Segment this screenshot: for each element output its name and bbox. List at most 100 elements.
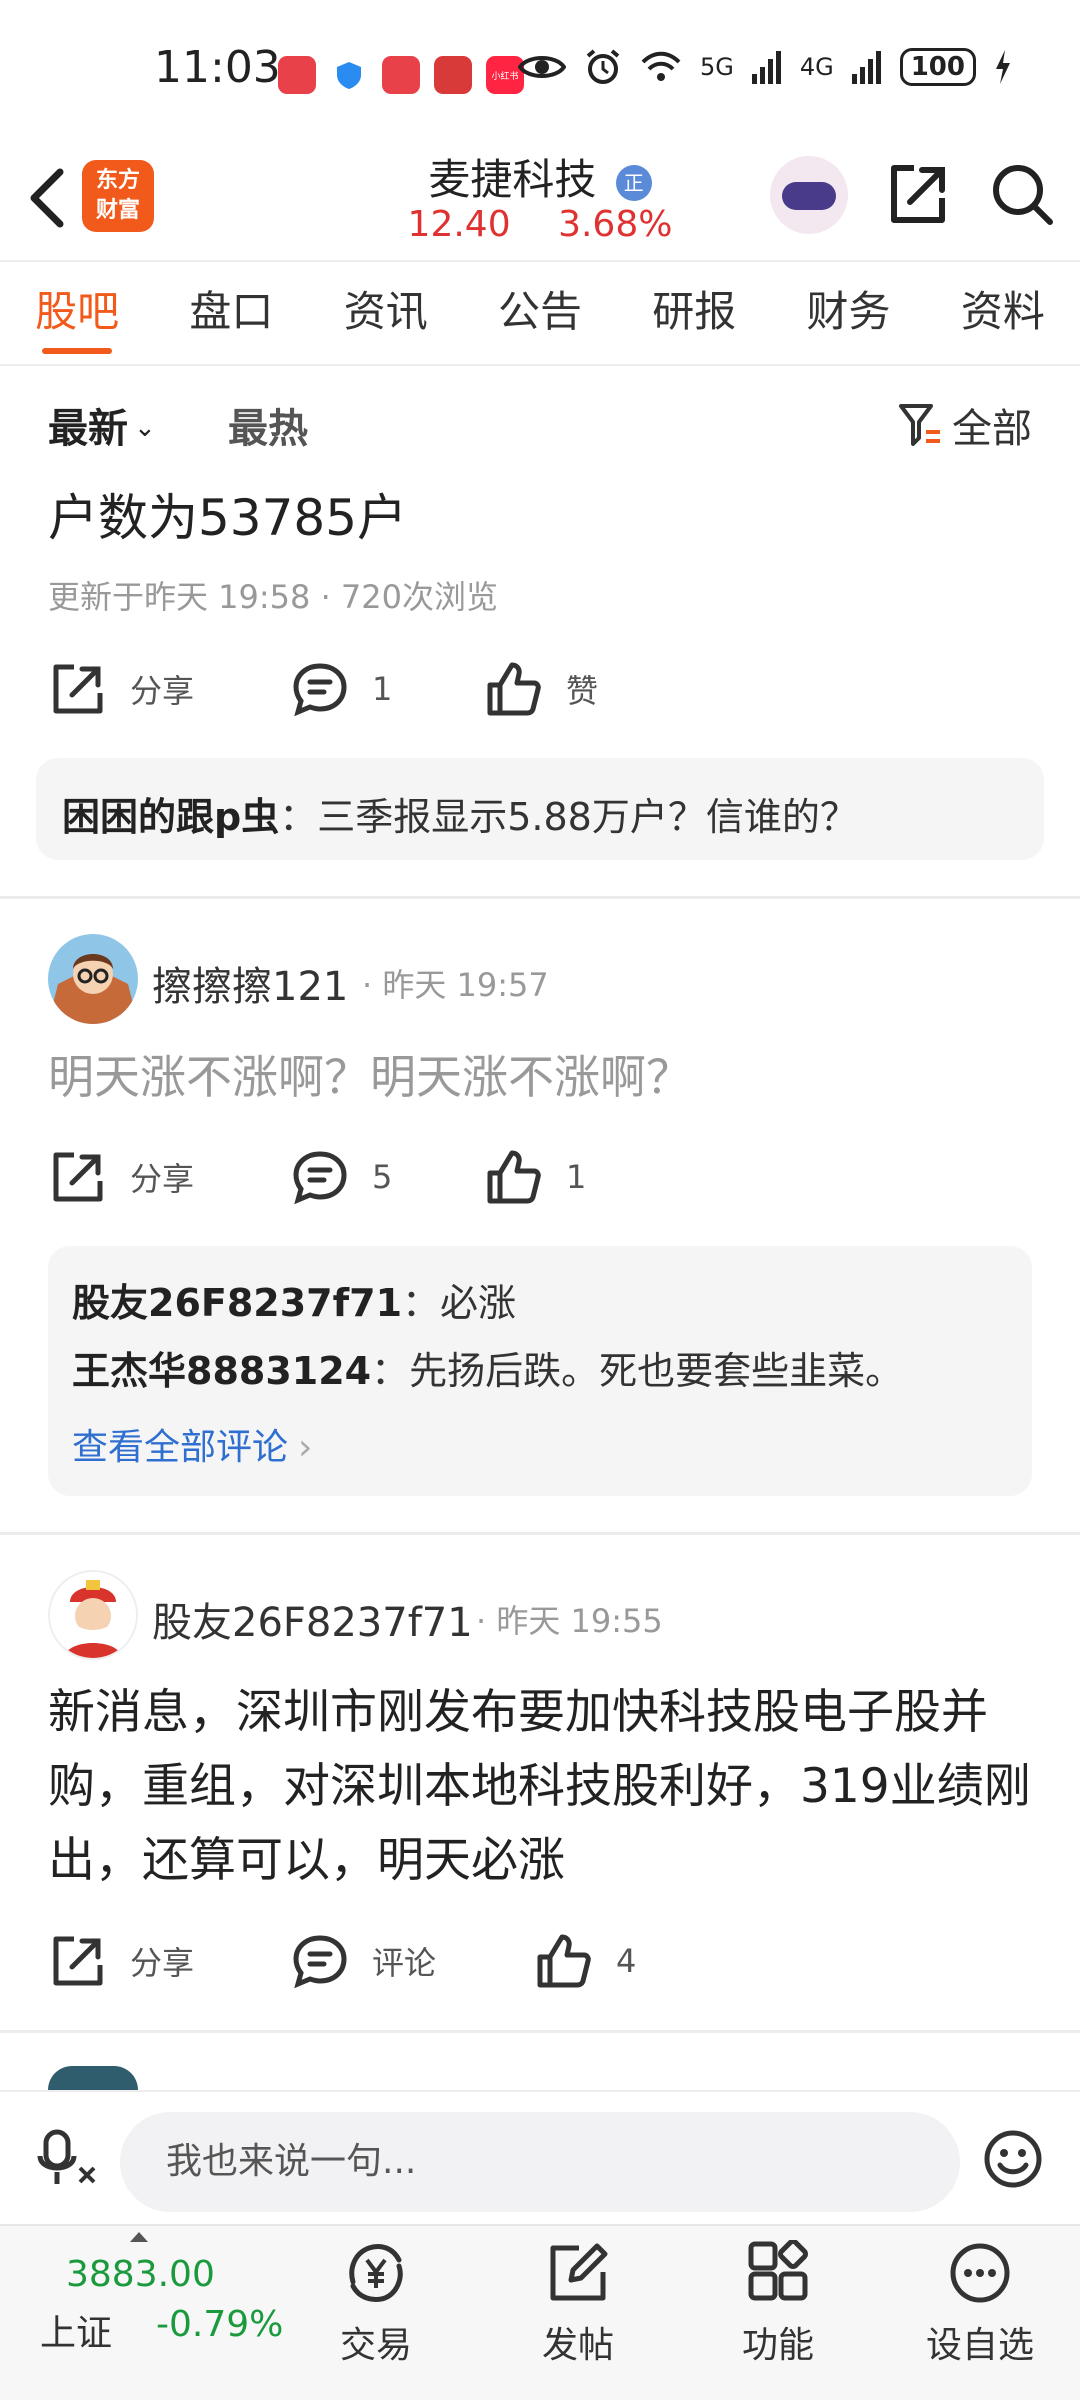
comment-user[interactable]: 股友26F8237f71 [72,1281,402,1325]
like-action[interactable]: 赞 [486,654,598,724]
status-indicators: 5G 4G 100 [517,48,1012,86]
nav-post[interactable]: 发帖 [498,2240,658,2368]
comment-user[interactable]: 困困的跟p虫 [62,795,279,839]
comment-action[interactable]: 1 [292,654,392,724]
bottom-nav: 3883.00 上证 -0.79% 交易 发帖 功能 设自选 [0,2224,1080,2400]
eye-icon [517,56,566,78]
comment-icon [293,663,347,717]
tab-guba[interactable]: 股吧 [0,262,154,364]
share-icon [891,165,945,223]
comment-user[interactable]: 王杰华8883124 [72,1349,371,1393]
post-actions: 分享 1 赞 [0,654,1080,724]
search-icon [993,165,1053,225]
huawei-app-icon [382,56,420,94]
nav-add-watchlist[interactable]: 设自选 [900,2240,1060,2368]
share-action[interactable]: 分享 [50,1926,194,1996]
caret-up-icon [130,2232,148,2242]
comments-preview-box[interactable]: 股友26F8237f71：必涨 王杰华8883124：先扬后跌。死也要套些韭菜。… [48,1246,1032,1496]
top-comment-box[interactable]: 困困的跟p虫：三季报显示5.88万户？信谁的？ [36,758,1044,860]
avatar[interactable] [48,934,138,1024]
stock-price: 12.40 [407,204,511,245]
tab-pankou[interactable]: 盘口 [154,262,308,364]
post-time: · 昨天 19:57 [362,966,549,1004]
stock-name: 麦捷科技 [428,155,597,204]
post-actions: 分享 评论 4 [0,1926,1080,1996]
emoji-icon [984,2130,1042,2188]
index-value: 3883.00 [66,2254,215,2295]
like-action[interactable]: 4 [536,1926,636,1996]
post-actions: 分享 5 1 [0,1142,1080,1212]
filter-icon [899,404,940,446]
username[interactable]: 擦擦擦121 [152,954,348,1012]
post-text[interactable]: 新消息，深圳市刚发布要加快科技股电子股并购，重组，对深圳本地科技股利好，319业… [48,1676,1038,1898]
comment-text: ：必涨 [402,1281,517,1325]
comment-action[interactable]: 评论 [292,1926,436,1996]
tab-research[interactable]: 研报 [617,262,771,364]
share-button[interactable] [884,160,952,228]
network-5g-label: 5G [699,53,734,81]
post-meta: 更新于昨天 19:58 · 720次浏览 [48,578,498,616]
tab-profile[interactable]: 资料 [926,262,1080,364]
ai-assistant-icon[interactable] [770,156,848,234]
view-all-comments-link[interactable]: 查看全部评论 › [72,1418,312,1470]
grid-functions-icon [748,2239,808,2301]
share-action[interactable]: 分享 [50,1142,194,1212]
post-separator [0,896,1080,899]
more-circle-icon [950,2243,1010,2303]
post-text[interactable]: 明天涨不涨啊？明天涨不涨啊？ [48,1040,1038,1114]
stock-change: 3.68% [558,204,673,245]
tab-finance[interactable]: 财务 [771,262,925,364]
comment-text: ：三季报显示5.88万户？信谁的？ [279,795,858,839]
trade-yen-icon [349,2244,403,2302]
post-separator [0,2030,1080,2033]
alarm-icon [586,49,620,84]
status-time: 11:03 [154,42,281,93]
share-icon [53,664,103,714]
comment-line: 王杰华8883124：先扬后跌。死也要套些韭菜。 [72,1340,903,1395]
username[interactable]: 股友26F8237f71 [152,1590,473,1648]
comment-text: ：先扬后跌。死也要套些韭菜。 [371,1349,904,1393]
avatar[interactable] [48,2066,138,2090]
tab-bar: 股吧 盘口 资讯 公告 研报 财务 资料 [0,262,1080,364]
comment-input[interactable]: 我也来说一句... [120,2112,960,2212]
comment-icon [293,1151,347,1205]
index-name: 上证 [40,2313,113,2354]
game-app-icon [434,56,472,94]
index-change: -0.79% [156,2304,284,2345]
like-action[interactable]: 1 [486,1142,586,1212]
nav-trade[interactable]: 交易 [296,2240,456,2368]
edit-post-icon [550,2243,608,2301]
tab-announcements[interactable]: 公告 [463,262,617,364]
comment-line: 股友26F8237f71：必涨 [72,1272,516,1327]
status-app-icons: 小红书 [278,56,524,94]
share-icon [53,1152,103,1202]
network-4g-label: 4G [799,53,834,81]
thumbs-up-icon [487,662,541,716]
thumbs-up-icon [487,1150,541,1204]
sort-latest-button[interactable]: 最新 ⌄ [48,396,156,454]
verified-badge: 正 [615,165,652,201]
shield-app-icon [330,56,368,94]
post-text[interactable]: 户数为53785户 [48,478,407,550]
emoji-button[interactable] [982,2128,1044,2190]
sort-row: 最新 ⌄ 最热 全部 [0,380,1080,470]
share-action[interactable]: 分享 [50,654,194,724]
comment-input-bar: 我也来说一句... [0,2090,1080,2224]
tab-news[interactable]: 资讯 [309,262,463,364]
status-bar: 11:03 小红书 5G 4G 100 [0,0,1080,140]
god-of-wealth-avatar-icon [50,1572,136,1658]
signal-5g-icon [751,51,781,84]
sort-hot-button[interactable]: 最热 [228,396,308,454]
voice-input-button[interactable] [36,2128,98,2190]
comment-line: 困困的跟p虫：三季报显示5.88万户？信谁的？ [62,786,858,841]
charging-icon [996,50,1010,84]
search-button[interactable] [988,160,1056,228]
nav-functions[interactable]: 功能 [698,2239,858,2368]
post-time: · 昨天 19:55 [476,1602,663,1640]
filter-button[interactable]: 全部 [898,396,1032,454]
post-separator [0,1532,1080,1535]
comment-action[interactable]: 5 [292,1142,392,1212]
voice-icon [37,2129,96,2184]
huawei-shop-icon [278,56,316,94]
avatar[interactable] [48,1570,138,1660]
